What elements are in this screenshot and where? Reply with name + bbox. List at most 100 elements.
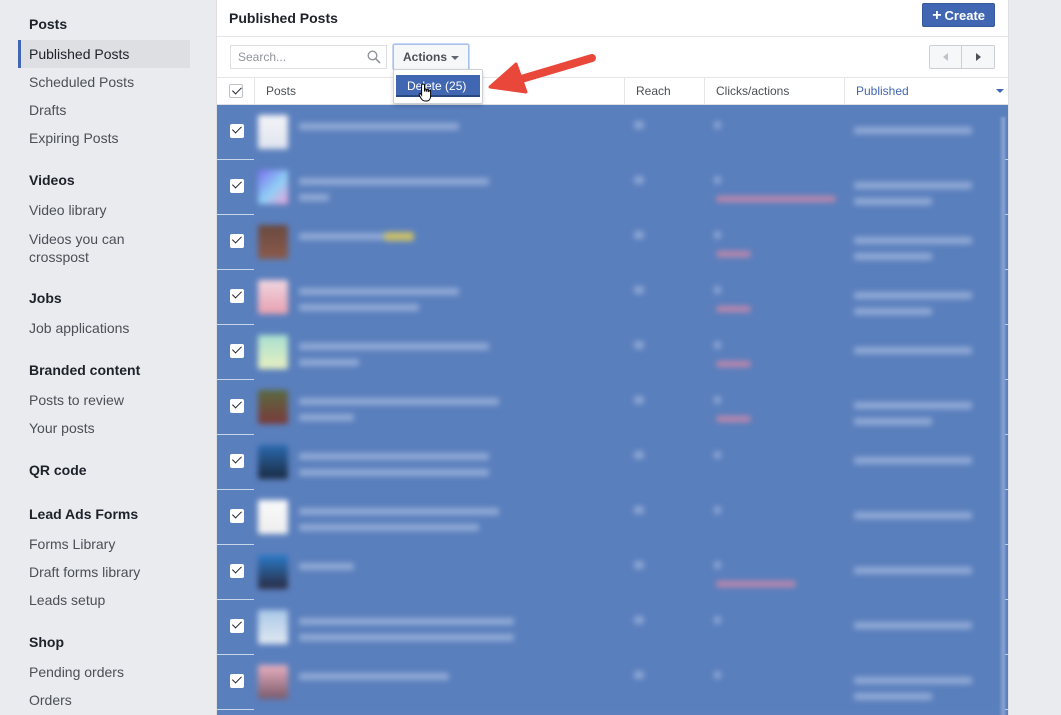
clicks-value [714, 121, 721, 129]
clicks-bar [716, 251, 751, 257]
section-title-qr-code[interactable]: QR code [29, 462, 87, 478]
previous-page-button[interactable] [930, 46, 962, 68]
table-row[interactable] [217, 380, 1008, 435]
row-checkbox[interactable] [230, 178, 244, 193]
sidebar-item-videos-crosspost[interactable]: Videos you can crosspost [18, 228, 148, 268]
sidebar-item-your-posts[interactable]: Your posts [18, 414, 190, 442]
sidebar-item-drafts[interactable]: Drafts [18, 96, 190, 124]
published-author [854, 253, 932, 260]
reach-value [634, 176, 644, 184]
row-checkbox[interactable] [230, 398, 244, 413]
sidebar-item-pending-orders[interactable]: Pending orders [18, 658, 190, 686]
page-title: Published Posts [229, 10, 338, 26]
actions-label: Actions [403, 50, 448, 64]
table-body [217, 105, 1008, 715]
column-header-clicks-actions[interactable]: Clicks/actions [704, 78, 844, 105]
row-checkbox[interactable] [230, 618, 244, 633]
row-checkbox[interactable] [230, 233, 244, 248]
post-thumbnail [258, 225, 288, 259]
table-row[interactable] [217, 490, 1008, 545]
row-divider [217, 159, 254, 160]
post-title-text [299, 673, 449, 680]
sidebar-item-forms-library[interactable]: Forms Library [18, 530, 190, 558]
scrollbar[interactable] [1000, 117, 1005, 715]
table-row[interactable] [217, 600, 1008, 655]
post-title-text [299, 233, 389, 240]
menu-item-delete[interactable]: Delete (25) [396, 75, 480, 97]
row-divider [217, 599, 254, 600]
post-thumbnail [258, 335, 288, 369]
row-checkbox[interactable] [230, 288, 244, 303]
table-row[interactable] [217, 435, 1008, 490]
caret-down-icon [451, 55, 460, 60]
row-divider [1005, 544, 1008, 545]
search-icon [367, 50, 381, 64]
clicks-bar [716, 581, 796, 587]
reach-value [634, 451, 644, 459]
clicks-value [714, 451, 721, 459]
next-page-button[interactable] [962, 46, 994, 68]
column-header-reach[interactable]: Reach [624, 78, 704, 105]
sidebar-item-draft-forms-library[interactable]: Draft forms library [18, 558, 190, 586]
sidebar-item-posts-to-review[interactable]: Posts to review [18, 386, 190, 414]
section-title-lead-ads-forms: Lead Ads Forms [29, 506, 139, 522]
row-checkbox[interactable] [230, 673, 244, 688]
row-checkbox[interactable] [230, 453, 244, 468]
post-title-text [299, 469, 489, 476]
actions-menu: Delete (25) [393, 69, 483, 104]
table-row[interactable] [217, 215, 1008, 270]
post-title-text [299, 178, 489, 185]
table-row[interactable] [217, 270, 1008, 325]
published-date [854, 457, 972, 464]
sidebar-item-published-posts[interactable]: Published Posts [18, 40, 190, 68]
column-header-published-label: Published [856, 84, 909, 98]
row-divider [217, 434, 254, 435]
post-title-text [299, 453, 489, 460]
clicks-value [714, 396, 721, 404]
row-divider [1005, 159, 1008, 160]
select-all-checkbox[interactable] [229, 84, 243, 98]
reach-value [634, 506, 644, 514]
row-checkbox[interactable] [230, 563, 244, 578]
table-row[interactable] [217, 160, 1008, 215]
clicks-value [714, 286, 721, 294]
sidebar-item-expiring-posts[interactable]: Expiring Posts [18, 124, 190, 152]
sidebar-item-scheduled-posts[interactable]: Scheduled Posts [18, 68, 190, 96]
row-checkbox[interactable] [230, 123, 244, 138]
post-thumbnail [258, 610, 288, 644]
search-input[interactable]: Search... [230, 45, 387, 69]
published-date [854, 127, 972, 134]
table-row[interactable] [217, 545, 1008, 600]
post-thumbnail [258, 555, 288, 589]
table-row[interactable] [217, 325, 1008, 380]
sidebar-item-video-library[interactable]: Video library [18, 196, 190, 224]
published-date [854, 567, 972, 574]
row-checkbox[interactable] [230, 343, 244, 358]
reach-value [634, 121, 644, 129]
table-row[interactable] [217, 105, 1008, 160]
table-row[interactable] [217, 655, 1008, 710]
column-header-published[interactable]: Published [844, 78, 1008, 105]
create-button[interactable]: + Create [922, 3, 995, 27]
reach-value [634, 561, 644, 569]
toolbar: Search... Actions [217, 37, 1008, 78]
sidebar-item-orders[interactable]: Orders [18, 686, 190, 714]
redacted-row-content [254, 545, 1004, 600]
published-date [854, 347, 972, 354]
row-checkbox[interactable] [230, 508, 244, 523]
actions-dropdown-button[interactable]: Actions [393, 44, 470, 70]
row-divider [217, 379, 254, 380]
checkmark-icon [232, 343, 242, 354]
row-divider [217, 544, 254, 545]
published-author [854, 693, 932, 700]
checkmark-icon [232, 84, 242, 95]
clicks-value [714, 341, 721, 349]
redacted-row-content [254, 270, 1004, 325]
published-date [854, 622, 972, 629]
sidebar-item-leads-setup[interactable]: Leads setup [18, 586, 190, 614]
sort-descending-icon [996, 89, 1004, 93]
red-arrow-annotation [488, 54, 596, 94]
hand-cursor-icon [418, 83, 432, 102]
sidebar-item-job-applications[interactable]: Job applications [18, 314, 190, 342]
checkmark-icon [232, 178, 242, 189]
